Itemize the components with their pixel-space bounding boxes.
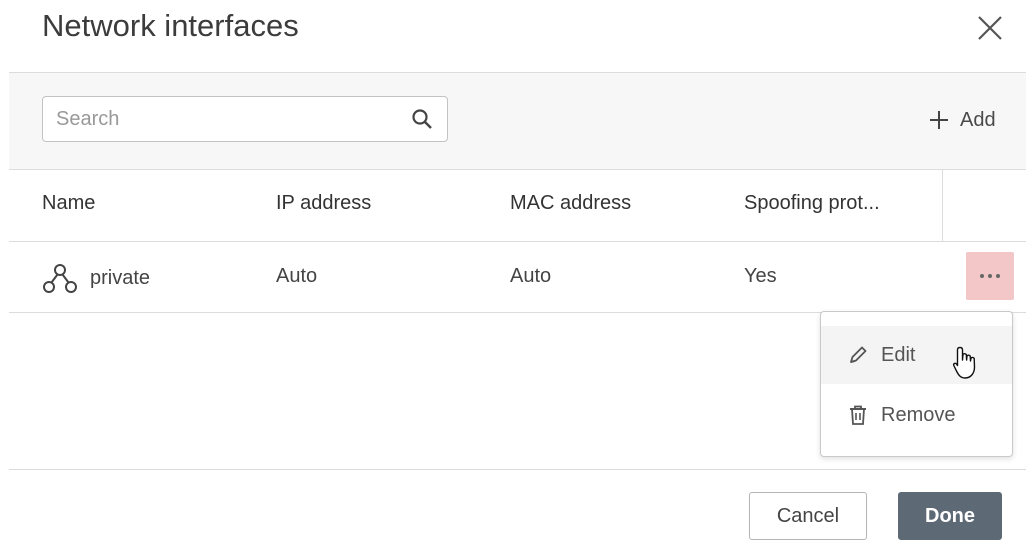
menu-item-edit[interactable]: Edit	[821, 326, 1012, 384]
network-name: private	[90, 266, 151, 289]
search-box[interactable]	[42, 96, 448, 142]
column-header-mac-address[interactable]: MAC address	[510, 192, 631, 215]
pencil-icon	[850, 346, 867, 363]
menu-item-label: Remove	[881, 403, 956, 426]
column-header-spoofing-protection[interactable]: Spoofing prot...	[744, 192, 880, 215]
row-actions-button[interactable]	[966, 252, 1014, 300]
header-row-divider	[9, 241, 1026, 242]
add-label: Add	[960, 108, 996, 131]
spoofing-protection-cell: Yes	[744, 265, 777, 287]
network-icon	[43, 264, 77, 293]
search-input[interactable]	[43, 106, 411, 132]
trash-icon	[850, 405, 866, 425]
menu-item-label: Edit	[881, 343, 916, 366]
cancel-button[interactable]: Cancel	[749, 492, 867, 540]
ip-address-cell: Auto	[276, 265, 318, 287]
menu-item-remove[interactable]: Remove	[821, 386, 1012, 444]
footer-divider	[9, 469, 1026, 470]
mac-address-cell: Auto	[510, 265, 552, 287]
network-name-cell: private	[42, 262, 150, 294]
column-header-name[interactable]: Name	[42, 192, 95, 215]
done-button[interactable]: Done	[898, 492, 1002, 540]
search-icon[interactable]	[411, 108, 433, 130]
close-icon	[978, 16, 1002, 40]
column-separator	[942, 170, 943, 241]
column-header-ip-address[interactable]: IP address	[276, 192, 371, 215]
header-divider	[9, 72, 1026, 73]
row-context-menu: Edit Remove	[820, 311, 1013, 457]
dialog-title: Network interfaces	[42, 8, 299, 43]
plus-icon	[930, 111, 948, 129]
close-button[interactable]	[972, 10, 1008, 46]
more-icon	[980, 274, 984, 278]
add-button[interactable]: Add	[928, 104, 996, 136]
hand-cursor-icon	[952, 346, 976, 379]
